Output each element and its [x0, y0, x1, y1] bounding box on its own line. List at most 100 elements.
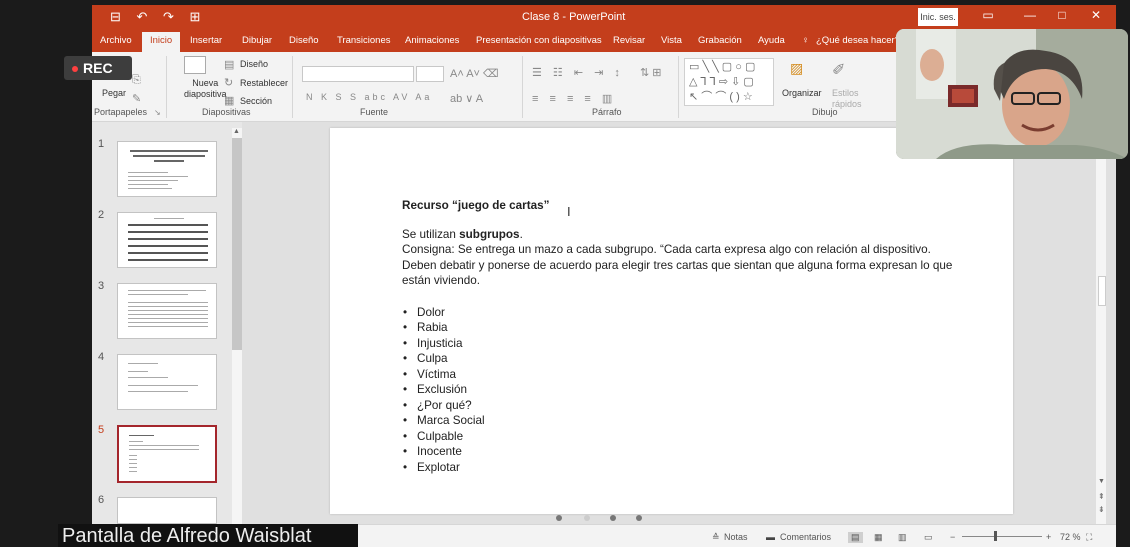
lightbulb-icon: ♀ [802, 35, 810, 46]
tab-dibujar[interactable]: Dibujar [242, 35, 272, 46]
maximize-icon[interactable]: □ [1052, 8, 1072, 22]
close-icon[interactable]: ✕ [1086, 8, 1106, 22]
group-drawing-label: Dibujo [812, 107, 838, 117]
slide-scrollbar[interactable] [1096, 122, 1106, 524]
group-font-label: Fuente [360, 107, 389, 117]
notes-button[interactable]: Notas [724, 532, 748, 542]
slide-thumbnail-5[interactable] [117, 425, 217, 483]
reset-icon: ↻ [224, 77, 234, 89]
paste-button[interactable]: Pegar [102, 88, 126, 98]
comments-icon: ▬ [766, 532, 775, 542]
tab-presentacion[interactable]: Presentación con diapositivas [476, 35, 602, 46]
tab-revisar[interactable]: Revisar [613, 35, 645, 46]
scroll-up-icon[interactable]: ▲ [233, 128, 240, 135]
zoom-out-icon[interactable]: − [950, 532, 955, 542]
copy-icon[interactable]: ⎘ [132, 74, 141, 87]
tab-animaciones[interactable]: Animaciones [405, 35, 459, 46]
tab-inicio[interactable]: Inicio [142, 32, 181, 52]
font-color-icon[interactable]: ab ∨ A [450, 92, 483, 105]
progress-dot [610, 515, 616, 521]
section-button[interactable]: Sección [240, 96, 272, 106]
quick-styles-icon[interactable]: ✐ [832, 60, 845, 80]
list-item: Dolor [402, 305, 962, 321]
thumbnail-number: 2 [98, 209, 105, 221]
section-icon: ▦ [224, 95, 235, 107]
zoom-slider-thumb[interactable] [994, 531, 997, 541]
tab-insertar[interactable]: Insertar [190, 35, 222, 46]
thumbnail-number: 1 [98, 138, 105, 150]
rec-indicator: REC [64, 56, 132, 80]
slide-thumbnail-1[interactable] [117, 141, 217, 197]
slide-bullet-list: Dolor Rabia Injusticia Culpa Víctima Exc… [402, 305, 962, 476]
zoom-in-icon[interactable]: + [1046, 532, 1051, 542]
progress-dot [584, 515, 590, 521]
new-slide-button[interactable]: Nueva diapositiva [184, 78, 227, 100]
font-size-field[interactable] [416, 66, 444, 82]
slide-content[interactable]: Recurso “juego de cartas” Se utilizan su… [402, 198, 962, 475]
slide-thumbnail-2[interactable] [117, 212, 217, 268]
webcam-frame [896, 29, 1128, 159]
minimize-icon[interactable]: — [1020, 8, 1040, 22]
previous-slide-icon[interactable]: ⇞ [1098, 492, 1105, 501]
text-cursor-icon: I [567, 204, 571, 219]
dialog-launcher-icon[interactable]: ↘ [154, 108, 161, 117]
arrange-icon[interactable]: ▨ [790, 60, 803, 77]
tab-vista[interactable]: Vista [661, 35, 682, 46]
text-direction-icon[interactable]: ⇅ ⊞ [640, 66, 662, 79]
thumbnail-scroll-thumb[interactable] [232, 138, 242, 350]
scroll-down-icon[interactable]: ▼ [1098, 478, 1105, 485]
arrange-button[interactable]: Organizar [782, 88, 822, 98]
group-paragraph-label: Párrafo [592, 107, 622, 117]
slide-consigna: Consigna: Se entrega un mazo a cada subg… [402, 243, 953, 287]
list-item: Exclusión [402, 382, 962, 398]
progress-dot [556, 515, 562, 521]
title-bar: ⊟ ↶ ↷ ⊞ Clase 8 - PowerPoint Inic. ses. … [92, 5, 1116, 30]
slide-thumbnail-6[interactable] [117, 497, 217, 524]
signin-button[interactable]: Inic. ses. [918, 8, 958, 26]
reset-button[interactable]: Restablecer [240, 78, 288, 88]
font-name-field[interactable] [302, 66, 414, 82]
slideshow-icon[interactable]: ▭ [924, 532, 933, 543]
list-item: Marca Social [402, 413, 962, 429]
tab-diseno[interactable]: Diseño [289, 35, 319, 46]
list-item: ¿Por qué? [402, 398, 962, 414]
notes-icon: ≙ [712, 532, 720, 542]
format-painter-icon[interactable]: ✎ [132, 92, 141, 105]
list-item: Injusticia [402, 336, 962, 352]
progress-dot [636, 515, 642, 521]
shapes-gallery[interactable]: ▭ ╲ ╲ ▢ ○ ▢ △ ⅂ ⅂ ⇨ ⇩ ▢ ↖ ⌒ ⌒ ( ) ☆ [684, 58, 774, 106]
slide-title[interactable]: Recurso “juego de cartas” [402, 198, 962, 214]
ribbon-display-icon[interactable]: ▭ [978, 8, 998, 22]
tab-grabacion[interactable]: Grabación [698, 35, 742, 46]
alignment-icon[interactable]: ≡ ≡ ≡ ≡ ▥ [532, 92, 616, 105]
tab-archivo[interactable]: Archivo [100, 35, 132, 46]
slide-thumbnail-3[interactable] [117, 283, 217, 339]
font-format-buttons[interactable]: N K S S abc AV Aa [306, 92, 432, 102]
group-clipboard-label: Portapapeles [94, 107, 148, 117]
next-slide-icon[interactable]: ⇟ [1098, 505, 1105, 514]
new-slide-icon[interactable] [184, 56, 206, 74]
normal-view-icon[interactable]: ▤ [848, 532, 863, 543]
thumbnail-number: 5 [98, 424, 105, 436]
tell-me-search[interactable]: ¿Qué desea hacer? [816, 35, 900, 46]
zoom-level[interactable]: 72 % [1060, 532, 1081, 542]
list-item: Inocente [402, 444, 962, 460]
zoom-slider[interactable] [962, 536, 1042, 537]
list-item: Culpable [402, 429, 962, 445]
slide-thumbnail-4[interactable] [117, 354, 217, 410]
list-item: Rabia [402, 320, 962, 336]
comments-button[interactable]: Comentarios [780, 532, 831, 542]
layout-icon: ▤ [224, 59, 235, 71]
list-item: Explotar [402, 460, 962, 476]
tab-transiciones[interactable]: Transiciones [337, 35, 391, 46]
fit-slide-icon[interactable]: ⛶ [1086, 532, 1092, 543]
bullets-numbering-icon[interactable]: ☰ ☷ ⇤ ⇥ ↕ [532, 66, 624, 79]
layout-button[interactable]: Diseño [240, 59, 268, 69]
tab-ayuda[interactable]: Ayuda [758, 35, 785, 46]
font-grow-shrink-icon[interactable]: A˄ A˅ ⌫ [450, 67, 499, 80]
slide-sorter-icon[interactable]: ▦ [874, 532, 883, 543]
quick-access-toolbar[interactable]: ⊟ ↶ ↷ ⊞ [110, 9, 206, 25]
reading-view-icon[interactable]: ▥ [898, 532, 907, 543]
slide-scroll-thumb[interactable] [1098, 276, 1106, 306]
group-slides-label: Diapositivas [202, 107, 251, 117]
